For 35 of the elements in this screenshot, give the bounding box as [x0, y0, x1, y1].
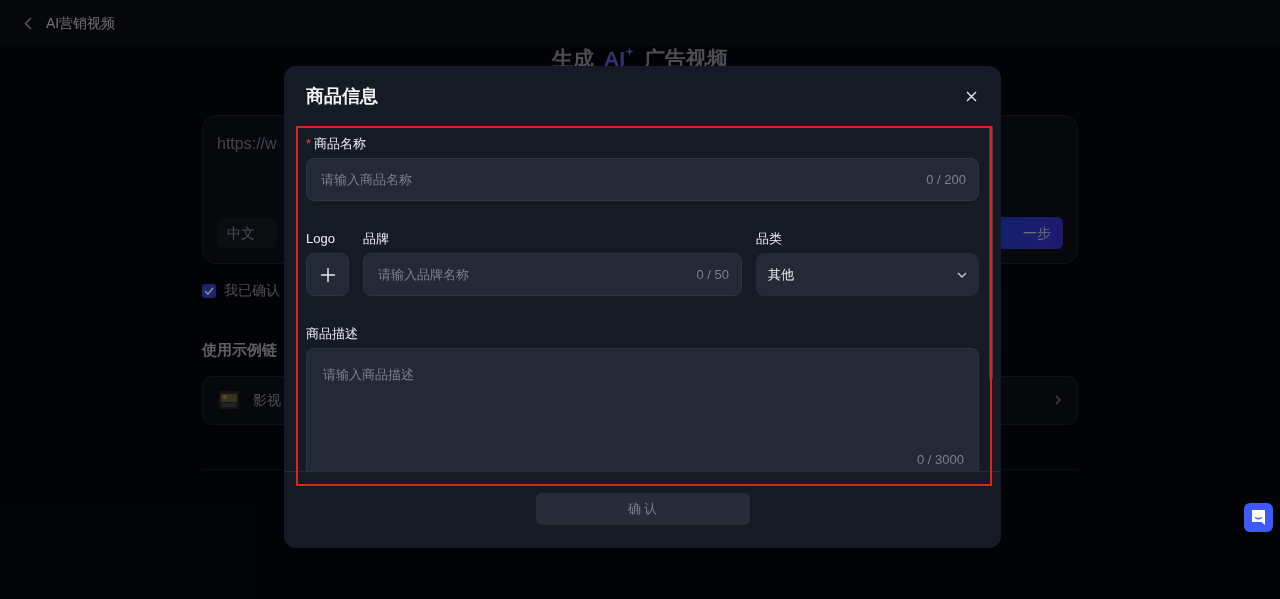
url-text: https://w: [217, 134, 277, 154]
dialog-title: 商品信息: [306, 84, 378, 108]
scrollbar-thumb[interactable]: [989, 126, 993, 380]
character-counter: 0 / 200: [926, 170, 966, 189]
field-label: 品牌: [363, 230, 389, 248]
field-label: 品类: [756, 230, 783, 248]
required-mark: *: [306, 136, 312, 151]
example-label: 影视: [253, 390, 281, 410]
caret-icon: [957, 271, 967, 278]
section-heading: 使用示例链: [202, 340, 277, 360]
chat-icon: [1250, 509, 1267, 526]
chevron-right-icon: [1055, 395, 1061, 405]
sparkle-icon: [625, 47, 634, 56]
field-label: Logo: [306, 230, 336, 248]
brand-input[interactable]: 请输入品牌名称: [376, 263, 697, 286]
category-select[interactable]: 其他: [756, 253, 979, 296]
field-label: 商品名称: [314, 136, 367, 151]
consent-label: 我已确认: [224, 281, 280, 300]
chat-button[interactable]: [1244, 503, 1273, 532]
logo-upload-button[interactable]: [306, 253, 349, 296]
plus-icon: [320, 267, 335, 282]
headline-word: AI: [604, 47, 625, 71]
description-input[interactable]: 请输入商品描述: [321, 363, 964, 450]
close-icon: [966, 90, 977, 102]
character-counter: 0 / 50: [696, 265, 729, 284]
description-field[interactable]: 请输入商品描述 0 / 3000: [306, 348, 979, 471]
product-name-input[interactable]: 请输入商品名称: [319, 168, 927, 191]
back-icon[interactable]: [24, 16, 32, 30]
language-select[interactable]: 中文: [217, 218, 277, 248]
consent-checkbox[interactable]: [202, 283, 216, 298]
brand-field[interactable]: 请输入品牌名称 0 / 50: [363, 253, 742, 296]
product-name-field[interactable]: 请输入商品名称 0 / 200: [306, 158, 979, 201]
field-label: 商品描述: [306, 325, 358, 343]
page-title: AI营销视频: [46, 13, 116, 33]
character-counter: 0 / 3000: [916, 450, 964, 469]
